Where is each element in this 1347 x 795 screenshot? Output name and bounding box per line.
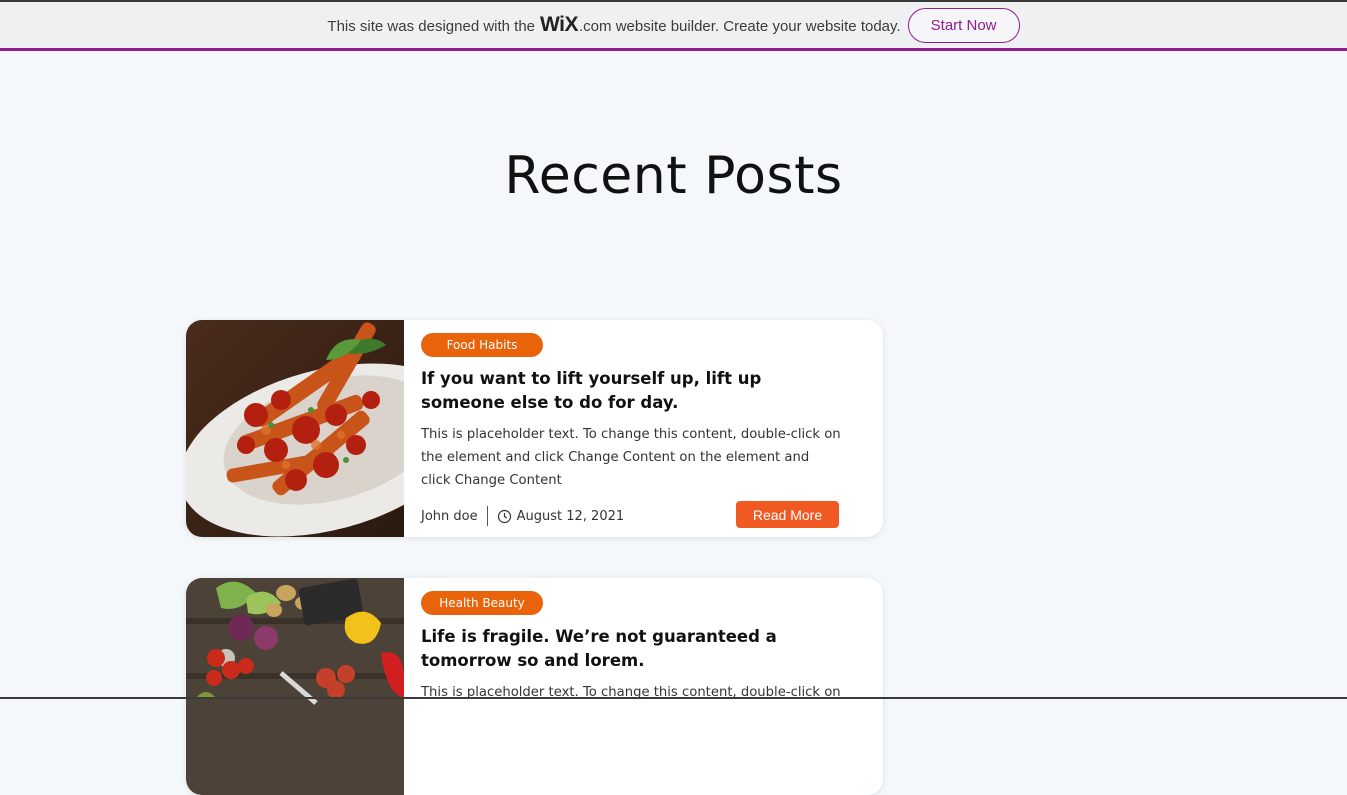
post-body: Food Habits If you want to lift yourself… — [421, 333, 861, 492]
post-card[interactable]: Food Habits If you want to lift yourself… — [186, 320, 883, 537]
page-title: Recent Posts — [504, 146, 843, 206]
category-tag[interactable]: Health Beauty — [421, 591, 543, 615]
wix-banner: This site was designed with the WiX .com… — [0, 2, 1347, 51]
post-title[interactable]: Life is fragile. We’re not guaranteed a … — [421, 625, 841, 673]
read-more-button[interactable]: Read More — [736, 501, 839, 528]
vegetables-image[interactable] — [186, 578, 404, 795]
post-excerpt: This is placeholder text. To change this… — [421, 685, 841, 700]
wix-banner-text-before: This site was designed with the — [327, 18, 536, 35]
start-now-button[interactable]: Start Now — [907, 7, 1020, 43]
post-body: Health Beauty Life is fragile. We’re not… — [421, 591, 861, 704]
post-author[interactable]: John doe — [421, 509, 478, 524]
post-title[interactable]: If you want to lift yourself up, lift up… — [421, 367, 841, 415]
wix-banner-text: This site was designed with the WiX .com… — [327, 13, 900, 37]
post-date: August 12, 2021 — [516, 508, 625, 524]
pasta-dish-image[interactable] — [186, 320, 404, 537]
wix-banner-text-after: .com website builder. Create your websit… — [579, 18, 901, 35]
clock-icon — [497, 509, 512, 524]
post-card[interactable]: Health Beauty Life is fragile. We’re not… — [186, 578, 883, 795]
post-excerpt: This is placeholder text. To change this… — [421, 427, 841, 488]
wix-logo[interactable]: WiX — [540, 13, 578, 37]
category-tag[interactable]: Food Habits — [421, 333, 543, 357]
post-meta: John doe August 12, 2021 — [421, 506, 624, 526]
meta-divider — [486, 506, 488, 526]
